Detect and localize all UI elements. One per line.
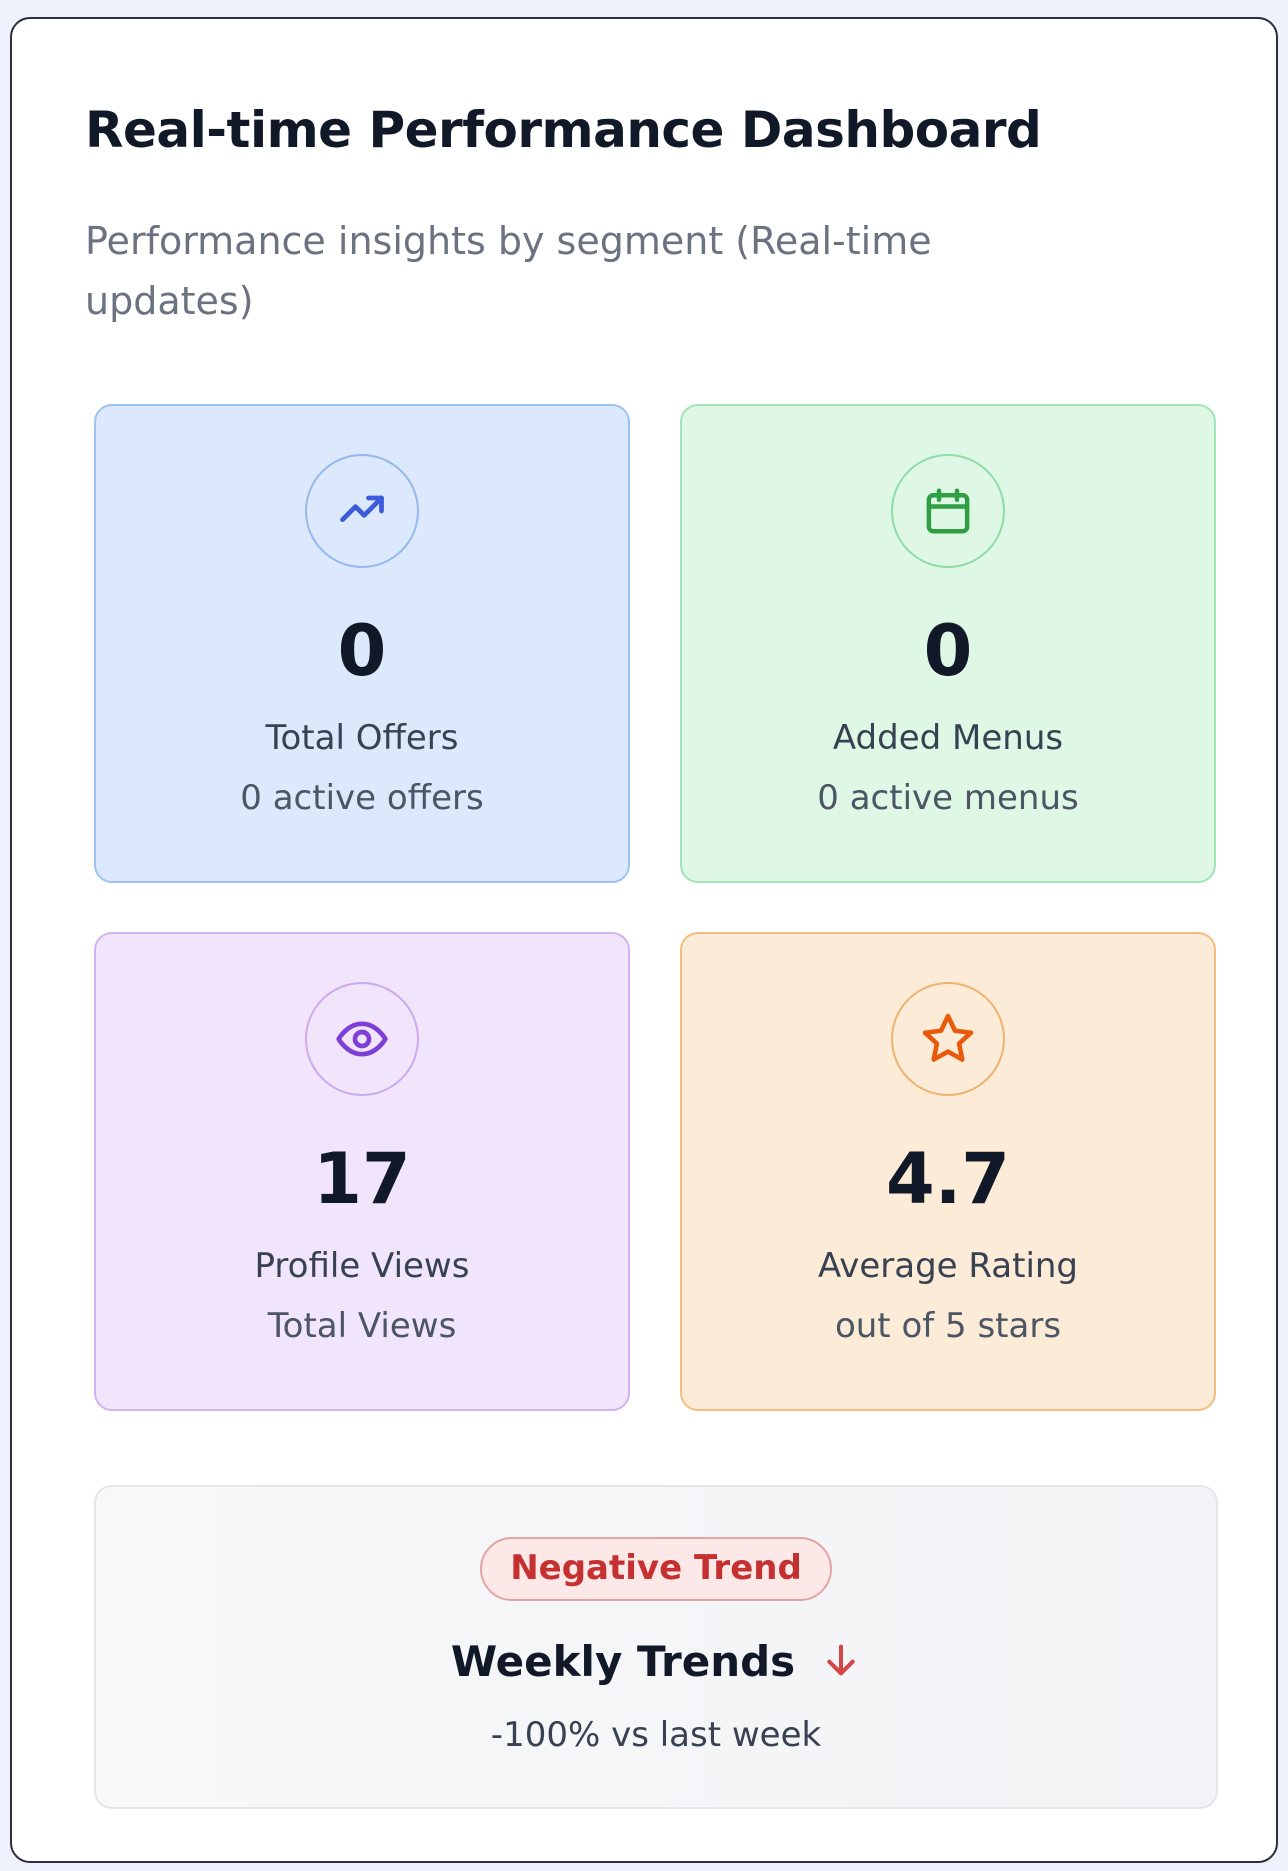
- calendar-icon: [891, 454, 1005, 568]
- average-rating-value: 4.7: [885, 1138, 1010, 1220]
- total-offers-value: 0: [337, 610, 387, 692]
- average-rating-sub: out of 5 stars: [834, 1306, 1062, 1346]
- stat-card-total-offers[interactable]: 0 Total Offers 0 active offers: [94, 404, 630, 883]
- average-rating-label: Average Rating: [817, 1246, 1079, 1286]
- profile-views-label: Profile Views: [254, 1246, 470, 1286]
- added-menus-label: Added Menus: [832, 718, 1064, 758]
- trending-up-icon: [305, 454, 419, 568]
- trend-title-row: Weekly Trends: [96, 1637, 1216, 1686]
- total-offers-sub: 0 active offers: [240, 778, 484, 818]
- arrow-down-icon: [821, 1640, 861, 1684]
- added-menus-value: 0: [923, 610, 973, 692]
- negative-trend-badge: Negative Trend: [480, 1537, 832, 1601]
- star-icon: [891, 982, 1005, 1096]
- dashboard-panel: Real-time Performance Dashboard Performa…: [10, 17, 1278, 1863]
- weekly-trends-sub: -100% vs last week: [490, 1715, 822, 1755]
- eye-icon: [305, 982, 419, 1096]
- stat-card-average-rating[interactable]: 4.7 Average Rating out of 5 stars: [680, 932, 1216, 1411]
- profile-views-value: 17: [313, 1138, 411, 1220]
- total-offers-label: Total Offers: [265, 718, 459, 758]
- profile-views-sub: Total Views: [267, 1306, 457, 1346]
- weekly-trends-title: Weekly Trends: [450, 1637, 796, 1686]
- weekly-trends-card: Negative Trend Weekly Trends -100% vs la…: [94, 1485, 1218, 1809]
- page-title: Real-time Performance Dashboard: [85, 101, 1042, 159]
- stat-card-added-menus[interactable]: 0 Added Menus 0 active menus: [680, 404, 1216, 883]
- added-menus-sub: 0 active menus: [817, 778, 1079, 818]
- page-subtitle: Performance insights by segment (Real-ti…: [85, 219, 932, 323]
- stat-card-profile-views[interactable]: 17 Profile Views Total Views: [94, 932, 630, 1411]
